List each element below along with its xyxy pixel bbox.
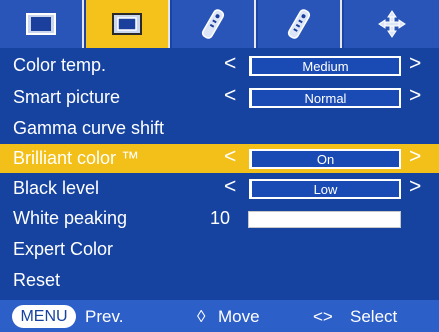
move-updown-icon: ◊ [197, 307, 206, 326]
menu-item-gamma-curve-shift[interactable]: Gamma curve shift [0, 114, 439, 143]
increase-arrow[interactable]: > [409, 52, 421, 76]
remote-control-settings-icon [286, 7, 312, 41]
select-hint: Select [350, 307, 398, 326]
move-hint: Move [218, 307, 260, 326]
menu-item-smart-picture[interactable]: Smart picture < Normal > [0, 83, 439, 112]
increase-arrow[interactable]: > [409, 175, 421, 199]
picture-screen-icon [26, 13, 56, 35]
menu-item-label: Brilliant color ™ [13, 148, 140, 168]
menu-item-label: White peaking [13, 208, 128, 228]
menu-item-label: Black level [13, 178, 100, 198]
menu-item-reset[interactable]: Reset [0, 266, 439, 295]
decrease-arrow[interactable]: < [224, 84, 236, 108]
decrease-arrow[interactable]: < [224, 175, 236, 199]
white-peaking-slider[interactable] [248, 211, 401, 228]
decrease-arrow[interactable]: < [224, 145, 236, 169]
color-temp-value: Medium [249, 56, 401, 76]
increase-arrow[interactable]: > [409, 145, 421, 169]
remote-control-icon [201, 7, 225, 41]
black-level-value: Low [249, 179, 401, 199]
menu-item-expert-color[interactable]: Expert Color [0, 235, 439, 264]
menu-item-brilliant-color[interactable]: Brilliant color ™ < On > [0, 144, 439, 173]
increase-arrow[interactable]: > [409, 84, 421, 108]
brilliant-color-value: On [249, 149, 401, 169]
tab-setup[interactable] [172, 0, 256, 48]
projector-osd: Color temp. < Medium > Smart picture < N… [0, 0, 439, 332]
move-arrows-icon [377, 9, 407, 39]
menu-item-label: Gamma curve shift [13, 118, 165, 138]
menu-item-label: Reset [13, 270, 61, 290]
menu-item-label: Smart picture [13, 87, 121, 107]
prev-hint: Prev. [85, 307, 124, 326]
tab-option[interactable] [258, 0, 342, 48]
white-peaking-number: 10 [210, 208, 231, 228]
select-leftright-icon: <> [313, 307, 333, 326]
menu-key-badge: MENU [12, 305, 76, 328]
menu-item-label: Color temp. [13, 55, 107, 75]
decrease-arrow[interactable]: < [224, 52, 236, 76]
tab-position[interactable] [344, 0, 439, 48]
menu-item-color-temp[interactable]: Color temp. < Medium > [0, 51, 439, 80]
menu-item-white-peaking[interactable]: White peaking 10 [0, 204, 439, 233]
tab-picture-advanced[interactable] [86, 0, 170, 48]
menu-tab-bar [0, 0, 439, 48]
menu-item-black-level[interactable]: Black level < Low > [0, 174, 439, 203]
tab-picture[interactable] [0, 0, 84, 48]
picture-menu: Color temp. < Medium > Smart picture < N… [0, 48, 439, 300]
picture-screen-framed-icon [112, 13, 142, 35]
menu-item-label: Expert Color [13, 239, 114, 259]
key-guide-footer: MENU Prev. ◊ Move <> Select [0, 300, 439, 332]
smart-picture-value: Normal [249, 88, 401, 108]
